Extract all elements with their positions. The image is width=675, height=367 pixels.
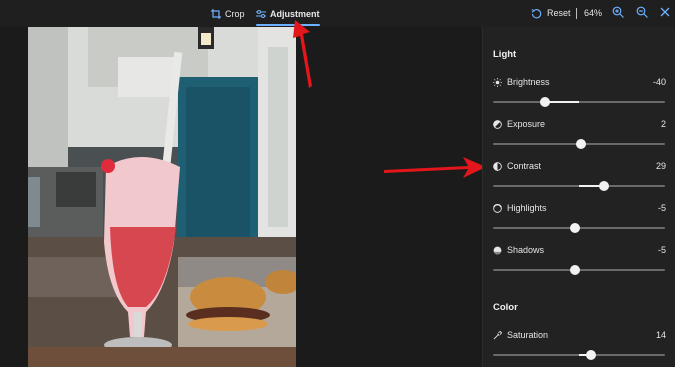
contrast-label-row: Contrast <box>493 161 541 171</box>
slider-thumb[interactable] <box>540 97 550 107</box>
exposure-slider[interactable] <box>493 139 665 149</box>
section-title-light: Light <box>493 49 517 60</box>
slider-thumb[interactable] <box>599 181 609 191</box>
saturation-value: 14 <box>655 330 666 340</box>
highlights-label-row: Highlights <box>493 203 547 213</box>
reset-icon <box>531 8 542 18</box>
section-title-color: Color <box>493 302 518 313</box>
highlights-value: -5 <box>657 203 666 213</box>
saturation-slider[interactable] <box>493 350 665 360</box>
sliders-icon <box>256 10 266 18</box>
sun-icon <box>493 77 502 87</box>
brightness-slider[interactable] <box>493 97 665 107</box>
tab-crop[interactable]: Crop <box>211 6 245 22</box>
close-icon[interactable] <box>659 6 671 18</box>
crop-icon <box>211 9 221 19</box>
canvas-margin-left <box>0 27 28 367</box>
shadows-label-row: Shadows <box>493 245 544 255</box>
exposure-label: Exposure <box>507 119 546 129</box>
adjustment-panel: Light Brightness -40 Exposure 2 Contrast… <box>482 27 675 367</box>
highlights-icon <box>493 203 502 213</box>
saturation-label: Saturation <box>507 330 549 340</box>
slider-fill <box>545 101 579 103</box>
shadows-slider[interactable] <box>493 265 665 275</box>
toolbar-divider <box>576 8 577 19</box>
zoom-level: 64% <box>584 8 603 18</box>
saturation-label-row: Saturation <box>493 330 548 340</box>
annotation-arrow-right <box>384 157 482 178</box>
exposure-value: 2 <box>660 119 666 129</box>
dropper-icon <box>493 330 502 339</box>
reset-label: Reset <box>547 8 571 18</box>
brightness-label-row: Brightness <box>493 77 550 87</box>
exposure-label-row: Exposure <box>493 119 545 129</box>
brightness-value: -40 <box>652 77 666 87</box>
brightness-label: Brightness <box>507 77 550 87</box>
shadows-icon <box>493 246 502 254</box>
photo-canvas[interactable] <box>28 27 296 367</box>
highlights-slider[interactable] <box>493 223 665 233</box>
contrast-slider[interactable] <box>493 181 665 191</box>
top-toolbar: Crop Adjustment Reset 64% <box>0 0 675 27</box>
zoom-out-icon[interactable] <box>636 6 648 18</box>
shadows-label: Shadows <box>507 245 545 255</box>
contrast-icon <box>493 161 502 171</box>
photo-image <box>28 27 296 367</box>
zoom-in-icon[interactable] <box>612 6 624 18</box>
tab-crop-label: Crop <box>225 9 245 19</box>
slider-thumb[interactable] <box>586 350 596 360</box>
highlights-label: Highlights <box>507 203 547 213</box>
contrast-label: Contrast <box>507 161 542 171</box>
shadows-value: -5 <box>657 245 666 255</box>
slider-thumb[interactable] <box>576 139 586 149</box>
reset-button[interactable]: Reset <box>531 5 571 21</box>
exposure-icon <box>493 119 502 129</box>
slider-track <box>493 101 665 103</box>
slider-thumb[interactable] <box>570 223 580 233</box>
slider-thumb[interactable] <box>570 265 580 275</box>
canvas-margin-right <box>296 27 482 367</box>
contrast-value: 29 <box>655 161 666 171</box>
annotation-arrow-up <box>293 20 312 88</box>
